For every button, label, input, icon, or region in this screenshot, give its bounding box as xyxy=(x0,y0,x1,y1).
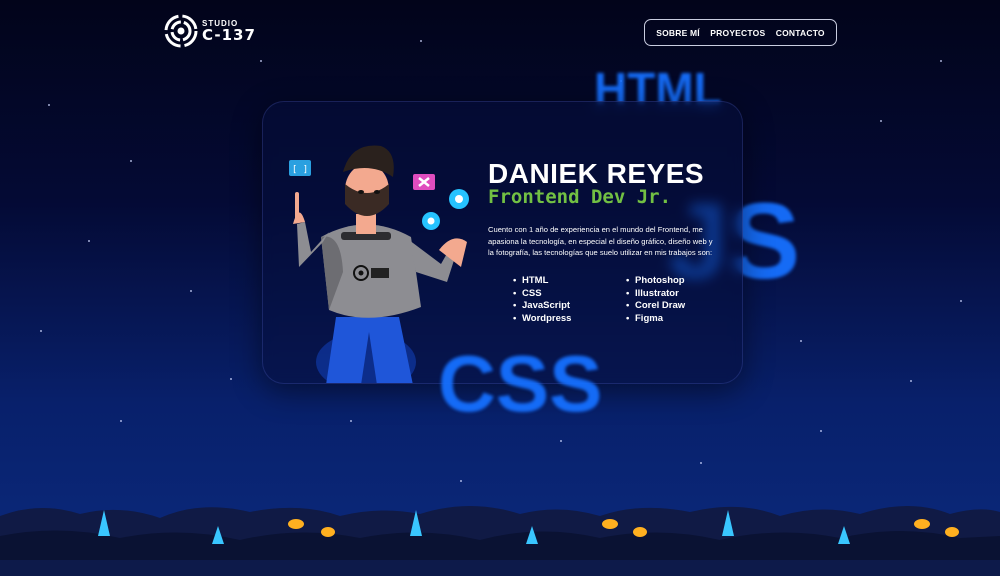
skills-list-left: HTML CSS JavaScript Wordpress xyxy=(513,275,571,325)
portal-logo-icon xyxy=(164,14,198,48)
profile-role: Frontend Dev Jr. xyxy=(488,186,672,208)
skills-list-right: Photoshop Illustrator Corel Draw Figma xyxy=(626,275,685,325)
profile-description: Cuento con 1 año de experiencia en el mu… xyxy=(488,225,713,257)
hero-code-badge: [ ] xyxy=(292,165,308,175)
list-item: Figma xyxy=(626,313,685,326)
list-item: CSS xyxy=(513,288,571,301)
main-nav: SOBRE MÍ PROYECTOS CONTACTO xyxy=(644,19,837,46)
list-item: Illustrator xyxy=(626,288,685,301)
list-item: HTML xyxy=(513,275,571,288)
list-item: Corel Draw xyxy=(626,300,685,313)
alien-landscape xyxy=(0,506,1000,576)
list-item: Photoshop xyxy=(626,275,685,288)
list-item: Wordpress xyxy=(513,313,571,326)
nav-link-contacto[interactable]: CONTACTO xyxy=(776,28,825,38)
list-item: JavaScript xyxy=(513,300,571,313)
bg-word-css: CSS xyxy=(438,339,603,428)
nav-link-proyectos[interactable]: PROYECTOS xyxy=(710,28,765,38)
brand-big-text: C-137 xyxy=(202,25,256,44)
nav-link-sobre-mi[interactable]: SOBRE MÍ xyxy=(656,28,700,38)
brand-logo[interactable]: STUDIO C-137 xyxy=(164,14,256,48)
